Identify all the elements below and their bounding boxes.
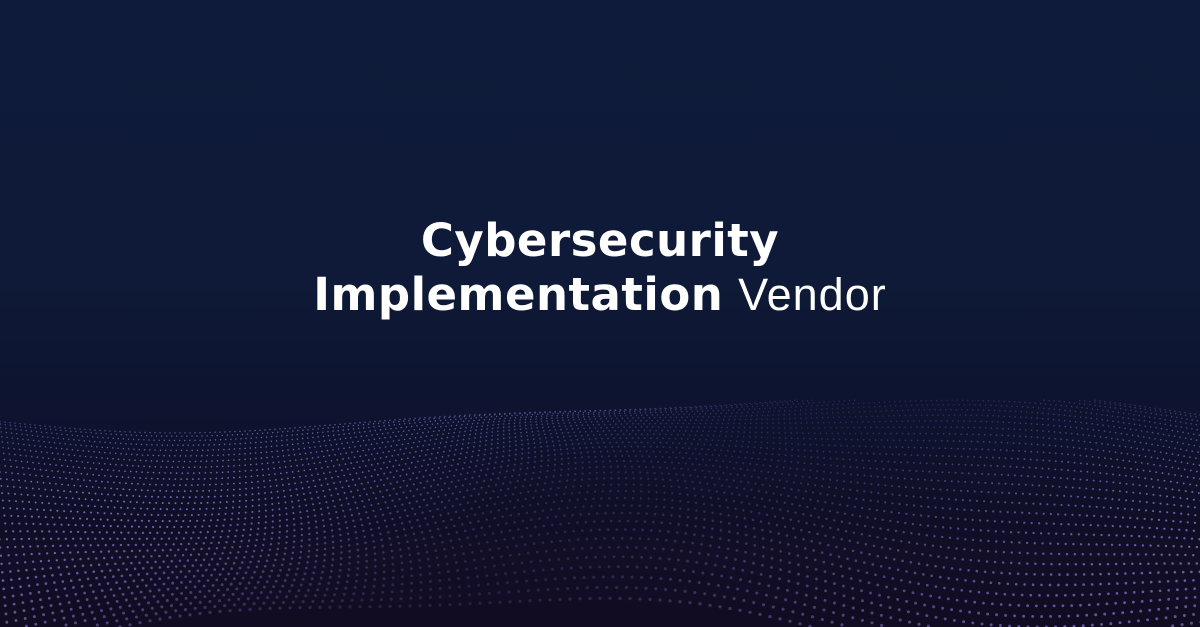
wave-dots xyxy=(0,399,1200,627)
headline-word-implementation: Implementation xyxy=(313,268,724,321)
headline-word-vendor: Vendor xyxy=(738,269,887,320)
banner: Cybersecurity Implementation Vendor xyxy=(0,0,1200,627)
headline: Cybersecurity Implementation Vendor xyxy=(0,214,1200,322)
headline-line-1: Cybersecurity xyxy=(420,214,780,267)
headline-line-2: Implementation Vendor xyxy=(0,268,1200,322)
